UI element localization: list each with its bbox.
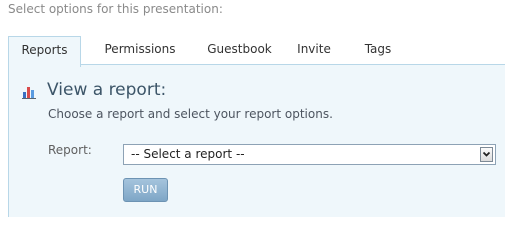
tab-bar: Reports Permissions Guestbook Invite Tag… <box>8 36 505 67</box>
report-field-label: Report: <box>48 143 92 157</box>
report-select[interactable]: -- Select a report -- <box>123 144 496 165</box>
dropdown-arrow-icon[interactable] <box>480 147 493 162</box>
tab-guestbook[interactable]: Guestbook <box>197 36 282 65</box>
bar-chart-icon <box>22 87 36 99</box>
report-select-value: -- Select a report -- <box>131 147 245 161</box>
panel-subheading: Choose a report and select your report o… <box>48 107 333 121</box>
reports-panel: View a report: Choose a report and selec… <box>8 64 505 217</box>
panel-heading: View a report: <box>47 80 167 100</box>
tab-permissions[interactable]: Permissions <box>92 36 188 65</box>
intro-text: Select options for this presentation: <box>8 2 223 16</box>
run-button[interactable]: RUN <box>123 178 168 202</box>
presentation-options: Select options for this presentation: Re… <box>0 0 505 217</box>
tab-invite[interactable]: Invite <box>291 36 337 65</box>
chevron-down-icon <box>482 151 491 157</box>
tab-tags[interactable]: Tags <box>355 36 401 65</box>
tab-reports[interactable]: Reports <box>8 36 81 67</box>
